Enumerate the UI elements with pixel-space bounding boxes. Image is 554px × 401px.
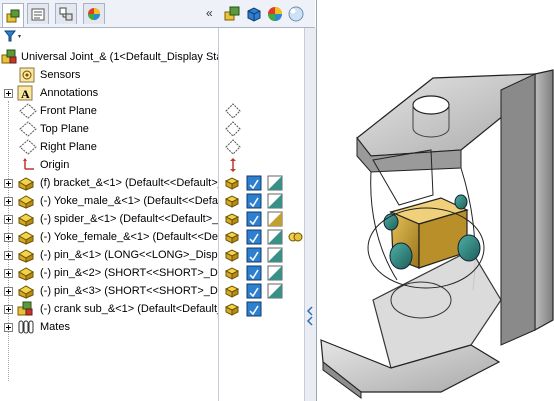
feature-manager-tab[interactable] bbox=[2, 3, 24, 27]
display-mode-icon[interactable] bbox=[245, 5, 263, 23]
display-mode-cell-icon[interactable] bbox=[246, 229, 262, 245]
tree-item-label: Origin bbox=[40, 159, 70, 171]
property-manager-icon bbox=[31, 8, 45, 21]
tree-item-label: (-) Yoke_male_&<1> (Default<<Default>_ bbox=[40, 195, 218, 207]
expand-icon[interactable] bbox=[4, 215, 13, 224]
mates-icon bbox=[17, 319, 35, 338]
appearance-cell-icon[interactable] bbox=[267, 229, 283, 245]
display-state-cell-icon[interactable] bbox=[224, 283, 241, 299]
assembly-icon bbox=[1, 49, 17, 64]
tree-item[interactable]: (-) pin_&<1> (LONG<<LONG>_Display bbox=[0, 246, 218, 264]
appearance-cell-icon[interactable] bbox=[267, 175, 283, 191]
display-state-cell-icon[interactable] bbox=[224, 193, 241, 209]
tree-item-label: Annotations bbox=[40, 87, 99, 99]
display-mode-cell-icon[interactable] bbox=[246, 175, 262, 191]
tree-item[interactable]: Front Plane bbox=[0, 102, 218, 120]
tree-item[interactable]: Origin bbox=[0, 156, 218, 174]
appearance-cell-icon[interactable] bbox=[267, 265, 283, 281]
appearance-cell-icon[interactable] bbox=[267, 283, 283, 299]
expand-icon[interactable] bbox=[4, 233, 13, 242]
tree-item[interactable]: (-) pin_&<3> (SHORT<<SHORT>_Disp bbox=[0, 282, 218, 300]
display-mode-cell-icon[interactable] bbox=[246, 265, 262, 281]
display-mode-cell-icon[interactable] bbox=[246, 283, 262, 299]
collapse-panel-button[interactable]: « bbox=[206, 6, 213, 20]
tree-item-label: (-) pin_&<3> (SHORT<<SHORT>_Disp bbox=[40, 285, 218, 297]
tree-item[interactable]: (-) Yoke_female_&<1> (Default<<Defau bbox=[0, 228, 218, 246]
expand-icon[interactable] bbox=[4, 269, 13, 278]
expand-icon[interactable] bbox=[4, 179, 13, 188]
graphics-view[interactable] bbox=[316, 0, 554, 401]
filter-row bbox=[0, 28, 218, 46]
display-state-cell-icon[interactable] bbox=[224, 175, 241, 191]
expand-icon[interactable] bbox=[4, 287, 13, 296]
display-state-icon[interactable] bbox=[223, 5, 241, 23]
svg-text:A: A bbox=[21, 87, 30, 101]
appearance-cell-icon[interactable] bbox=[267, 211, 283, 227]
configuration-manager-icon bbox=[59, 7, 73, 21]
feature-manager-panel: « Universal Joint_& (1<Default_Display S… bbox=[0, 0, 316, 401]
expand-icon[interactable] bbox=[4, 197, 13, 206]
expand-icon[interactable] bbox=[4, 251, 13, 260]
tree-item-label: Top Plane bbox=[40, 123, 89, 135]
plane-visibility-icon[interactable] bbox=[225, 103, 241, 119]
expand-icon[interactable] bbox=[4, 89, 13, 98]
expand-icon[interactable] bbox=[4, 323, 13, 332]
transparency-icon[interactable] bbox=[287, 5, 305, 23]
display-mode-cell-icon[interactable] bbox=[246, 301, 262, 317]
tree-item-label: (-) Yoke_female_&<1> (Default<<Defau bbox=[40, 231, 218, 243]
tree-item[interactable]: (-) pin_&<2> (SHORT<<SHORT>_Disp bbox=[0, 264, 218, 282]
feature-manager-icon bbox=[6, 9, 20, 22]
tree-item[interactable]: (-) crank sub_&<1> (Default<Default_D bbox=[0, 300, 218, 318]
tree-item[interactable]: (-) Yoke_male_&<1> (Default<<Default>_ bbox=[0, 192, 218, 210]
plane-visibility-icon[interactable] bbox=[225, 139, 241, 155]
tree-item-label: (-) crank sub_&<1> (Default<Default_D bbox=[40, 303, 218, 315]
display-state-cell-icon[interactable] bbox=[224, 301, 241, 317]
display-mode-cell-icon[interactable] bbox=[246, 193, 262, 209]
panel-scrollbar[interactable] bbox=[304, 28, 316, 401]
tree-root-label: Universal Joint_& (1<Default_Display Sta… bbox=[21, 51, 218, 63]
expand-icon[interactable] bbox=[4, 305, 13, 314]
tree-item-label: (-) pin_&<1> (LONG<<LONG>_Display bbox=[40, 249, 218, 261]
tree-item[interactable]: A Annotations bbox=[0, 84, 218, 102]
appearance-cell-icon[interactable] bbox=[267, 193, 283, 209]
tree-item-label: Right Plane bbox=[40, 141, 97, 153]
tree-item-label: (-) pin_&<2> (SHORT<<SHORT>_Disp bbox=[40, 267, 218, 279]
tree-item[interactable]: Mates bbox=[0, 318, 218, 336]
universal-joint-model bbox=[320, 69, 554, 399]
tree-item[interactable]: (-) spider_&<1> (Default<<Default>_Dis bbox=[0, 210, 218, 228]
tree-item-label: Front Plane bbox=[40, 105, 97, 117]
configuration-manager-tab[interactable] bbox=[55, 3, 77, 24]
tree-display-separator bbox=[218, 28, 219, 401]
display-mode-cell-icon[interactable] bbox=[246, 247, 262, 263]
appearance-icon[interactable] bbox=[266, 5, 284, 23]
origin-visibility-icon[interactable] bbox=[225, 157, 241, 173]
tree-item-label: (-) spider_&<1> (Default<<Default>_Dis bbox=[40, 213, 218, 225]
appearance-manager-icon bbox=[88, 8, 100, 20]
display-mode-cell-icon[interactable] bbox=[246, 211, 262, 227]
display-state-cell-icon[interactable] bbox=[224, 211, 241, 227]
tree-item-label: Sensors bbox=[40, 69, 81, 81]
tree-root[interactable]: Universal Joint_& (1<Default_Display Sta… bbox=[0, 48, 218, 66]
display-state-cell-icon[interactable] bbox=[224, 229, 241, 245]
manager-tab-strip: « bbox=[0, 0, 315, 28]
tree-item[interactable]: Top Plane bbox=[0, 120, 218, 138]
tree-item[interactable]: Right Plane bbox=[0, 138, 218, 156]
tree-item[interactable]: Sensors bbox=[0, 66, 218, 84]
appearance-cell-icon[interactable] bbox=[267, 247, 283, 263]
property-manager-tab[interactable] bbox=[27, 3, 49, 24]
plane-visibility-icon[interactable] bbox=[225, 121, 241, 137]
tree-item-label: (f) bracket_&<1> (Default<<Default>_Di bbox=[40, 177, 218, 189]
appearance-manager-tab[interactable] bbox=[83, 3, 105, 24]
display-state-cell-icon[interactable] bbox=[224, 247, 241, 263]
filter-icon[interactable] bbox=[4, 30, 24, 44]
tree-item[interactable]: (f) bracket_&<1> (Default<<Default>_Di bbox=[0, 174, 218, 192]
feature-tree: Universal Joint_& (1<Default_Display Sta… bbox=[0, 46, 218, 401]
panel-resize-grip[interactable] bbox=[306, 305, 313, 327]
component-properties-icon[interactable] bbox=[287, 229, 303, 245]
tree-item-label: Mates bbox=[40, 321, 70, 333]
display-state-cell-icon[interactable] bbox=[224, 265, 241, 281]
